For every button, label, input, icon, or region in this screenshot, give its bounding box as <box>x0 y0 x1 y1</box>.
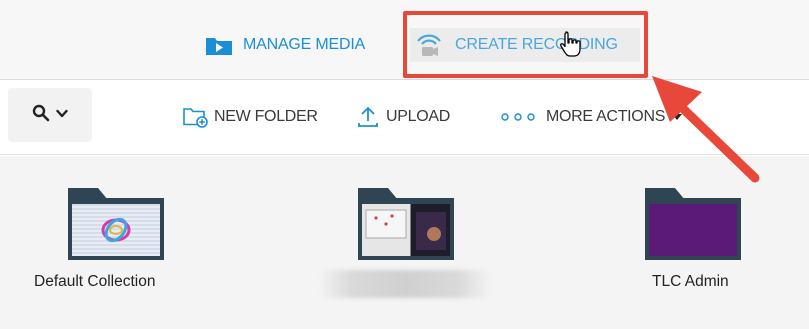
folder-thumbnail <box>649 204 737 256</box>
hand-cursor-icon <box>559 30 583 63</box>
upload-button[interactable]: UPLOAD <box>356 102 450 132</box>
folder-label: TLC Admin <box>652 273 729 290</box>
upload-icon <box>356 105 380 129</box>
more-dots-icon <box>500 112 540 122</box>
new-folder-label: NEW FOLDER <box>214 108 318 125</box>
top-nav: MANAGE MEDIA CREATE RECORDING <box>0 0 809 80</box>
more-actions-button[interactable]: MORE ACTIONS <box>500 102 683 132</box>
highlight-box <box>403 11 648 78</box>
search-icon <box>32 104 50 127</box>
manage-media-button[interactable]: MANAGE MEDIA <box>205 28 365 62</box>
more-actions-label: MORE ACTIONS <box>546 108 666 125</box>
folder-thumbnail <box>72 204 160 256</box>
chevron-down-icon <box>56 106 68 124</box>
new-folder-button[interactable]: NEW FOLDER <box>182 102 318 132</box>
folder-label: Default Collection <box>34 273 156 290</box>
manage-media-label: MANAGE MEDIA <box>243 36 366 53</box>
search-dropdown-button[interactable] <box>8 88 92 142</box>
new-folder-icon <box>182 106 208 128</box>
blurred-label <box>318 270 492 298</box>
folder-thumbnail <box>362 204 450 256</box>
toolbar: NEW FOLDER UPLOAD MORE ACTIONS <box>0 80 809 155</box>
upload-label: UPLOAD <box>386 108 450 125</box>
media-folder-icon <box>205 34 233 56</box>
caret-down-icon <box>671 112 683 122</box>
